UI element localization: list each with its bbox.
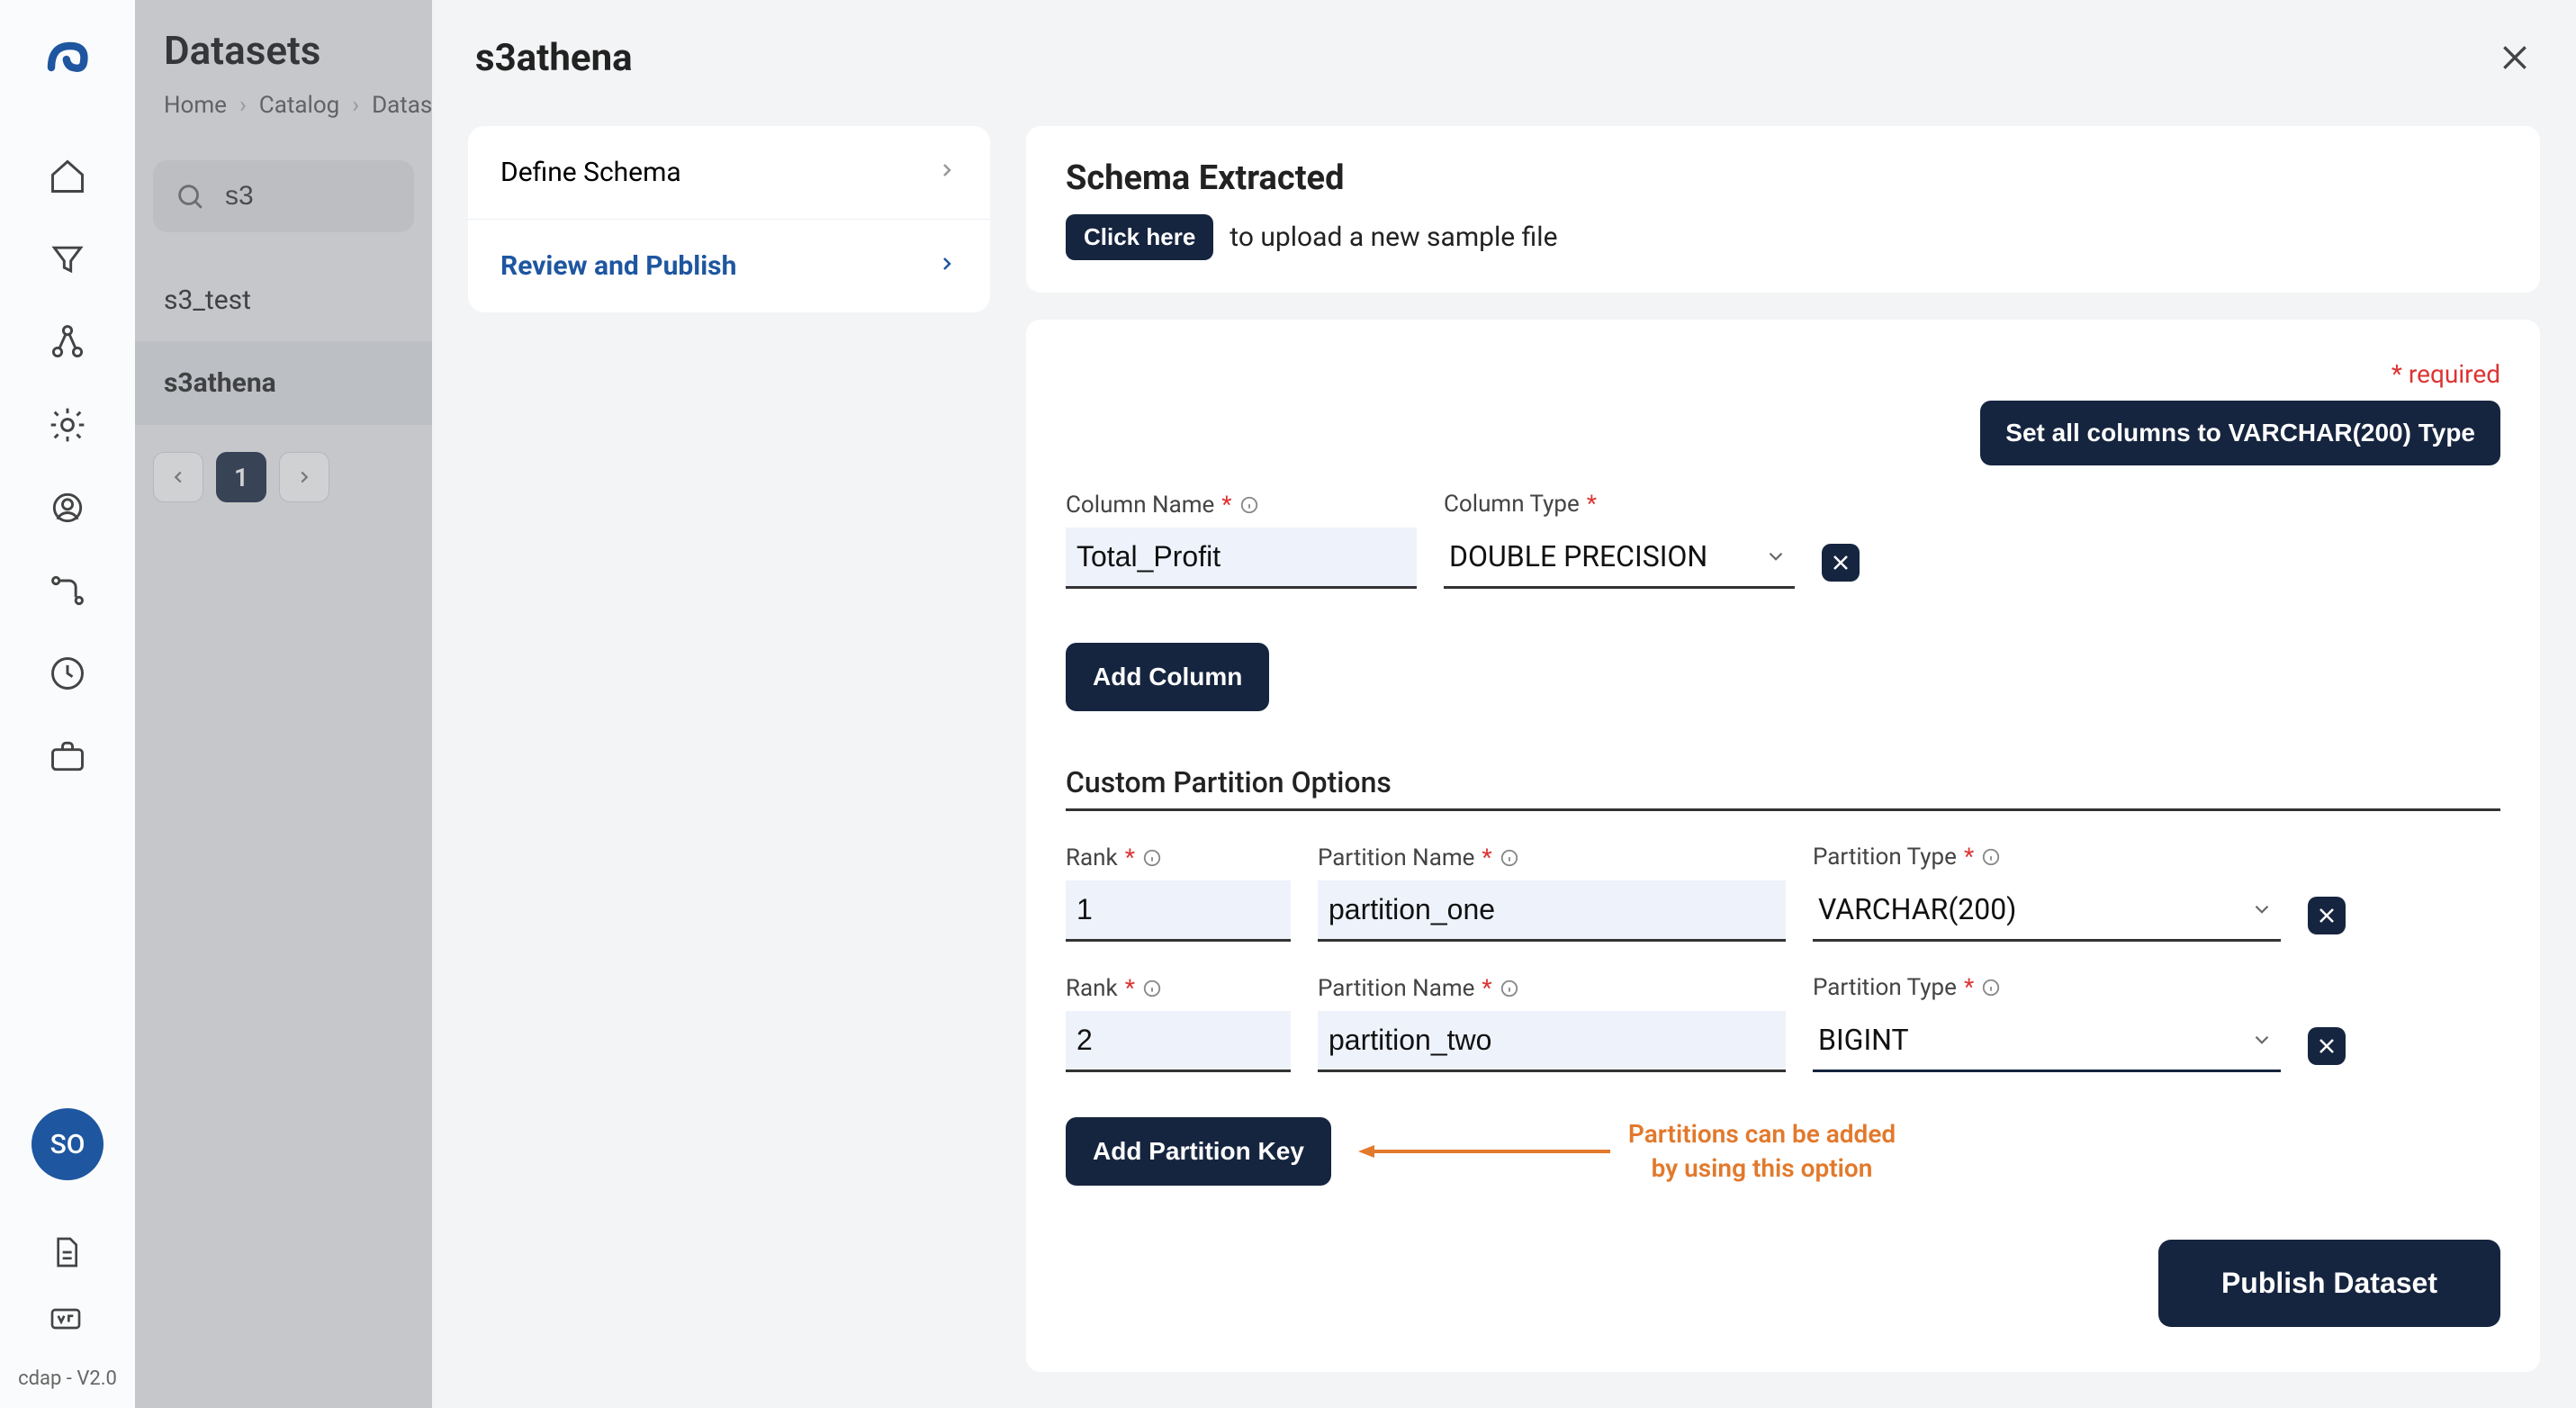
- annotation-text: Partitions can be added by using this op…: [1628, 1117, 1896, 1186]
- column-name-input[interactable]: [1066, 528, 1417, 589]
- partition-row: Rank * Partition Name * Partition Type *: [1066, 844, 2500, 942]
- avatar-initials: SO: [50, 1129, 86, 1160]
- partition-section-title: Custom Partition Options: [1066, 765, 2500, 811]
- info-icon: [1239, 495, 1259, 515]
- partition-type-select[interactable]: BIGINT: [1813, 1010, 2281, 1072]
- nav-rail: SO cdap - V2.0: [0, 0, 135, 1408]
- column-type-label: Column Type*: [1444, 491, 1795, 518]
- info-icon: [1500, 979, 1519, 998]
- schema-extracted-heading: Schema Extracted: [1066, 158, 2500, 198]
- step-review-publish[interactable]: Review and Publish: [468, 219, 990, 312]
- user-avatar[interactable]: SO: [32, 1108, 104, 1180]
- annotation-arrow: Partitions can be added by using this op…: [1358, 1117, 1896, 1186]
- info-icon: [1142, 979, 1162, 998]
- modal-title: s3athena: [475, 36, 633, 80]
- filter-icon[interactable]: [48, 239, 87, 279]
- rank-label: Rank *: [1066, 975, 1291, 1002]
- column-name-label: Column Name*: [1066, 492, 1417, 519]
- partition-name-input[interactable]: [1318, 1011, 1786, 1072]
- chevron-right-icon: [936, 157, 958, 188]
- schema-extracted-card: Schema Extracted Click here to upload a …: [1026, 126, 2540, 293]
- info-icon: [1500, 848, 1519, 868]
- partition-name-input[interactable]: [1318, 880, 1786, 942]
- delete-partition-button[interactable]: [2308, 897, 2346, 934]
- language-icon[interactable]: [48, 1301, 87, 1340]
- dataset-modal: s3athena Define Schema Review and Publis…: [432, 0, 2576, 1408]
- column-row: Column Name* Column Type* DOUBLE PRECISI…: [1066, 491, 2500, 589]
- partition-row: Rank * Partition Name * Partition Type *: [1066, 974, 2500, 1072]
- partition-type-select[interactable]: VARCHAR(200): [1813, 880, 2281, 942]
- rank-label: Rank *: [1066, 844, 1291, 871]
- partition-name-label: Partition Name *: [1318, 844, 1786, 871]
- modal-header: s3athena: [432, 0, 2576, 115]
- wizard-steps: Define Schema Review and Publish: [468, 126, 990, 312]
- document-icon[interactable]: [48, 1234, 87, 1274]
- step-label: Define Schema: [500, 157, 681, 188]
- alerts-icon[interactable]: [48, 488, 87, 528]
- step-label: Review and Publish: [500, 250, 736, 282]
- close-button[interactable]: [2497, 40, 2533, 76]
- flow-icon[interactable]: [48, 571, 87, 610]
- clock-icon[interactable]: [48, 654, 87, 693]
- add-partition-button[interactable]: Add Partition Key: [1066, 1117, 1331, 1186]
- briefcase-icon[interactable]: [48, 736, 87, 776]
- home-icon[interactable]: [48, 157, 87, 196]
- gear-icon[interactable]: [48, 405, 87, 445]
- partition-type-label: Partition Type *: [1813, 844, 2281, 871]
- partition-type-label: Partition Type *: [1813, 974, 2281, 1001]
- chevron-right-icon: [936, 250, 958, 282]
- schema-form-card: * required Set all columns to VARCHAR(20…: [1026, 320, 2540, 1372]
- add-column-button[interactable]: Add Column: [1066, 643, 1269, 711]
- info-icon: [1981, 978, 2001, 997]
- graph-icon[interactable]: [48, 322, 87, 362]
- rank-input[interactable]: [1066, 880, 1291, 942]
- required-hint: * required: [2391, 359, 2500, 389]
- column-type-select[interactable]: DOUBLE PRECISION: [1444, 527, 1795, 589]
- version-label: cdap - V2.0: [18, 1367, 117, 1390]
- info-icon: [1142, 848, 1162, 868]
- partition-name-label: Partition Name *: [1318, 975, 1786, 1002]
- publish-dataset-button[interactable]: Publish Dataset: [2158, 1240, 2500, 1327]
- app-logo: [41, 27, 95, 81]
- set-all-varchar-button[interactable]: Set all columns to VARCHAR(200) Type: [1980, 401, 2500, 465]
- delete-partition-button[interactable]: [2308, 1027, 2346, 1065]
- info-icon: [1981, 847, 2001, 867]
- step-define-schema[interactable]: Define Schema: [468, 126, 990, 219]
- upload-sample-button[interactable]: Click here: [1066, 214, 1213, 260]
- upload-hint-text: to upload a new sample file: [1229, 221, 1557, 253]
- delete-column-button[interactable]: [1822, 544, 1860, 582]
- rank-input[interactable]: [1066, 1011, 1291, 1072]
